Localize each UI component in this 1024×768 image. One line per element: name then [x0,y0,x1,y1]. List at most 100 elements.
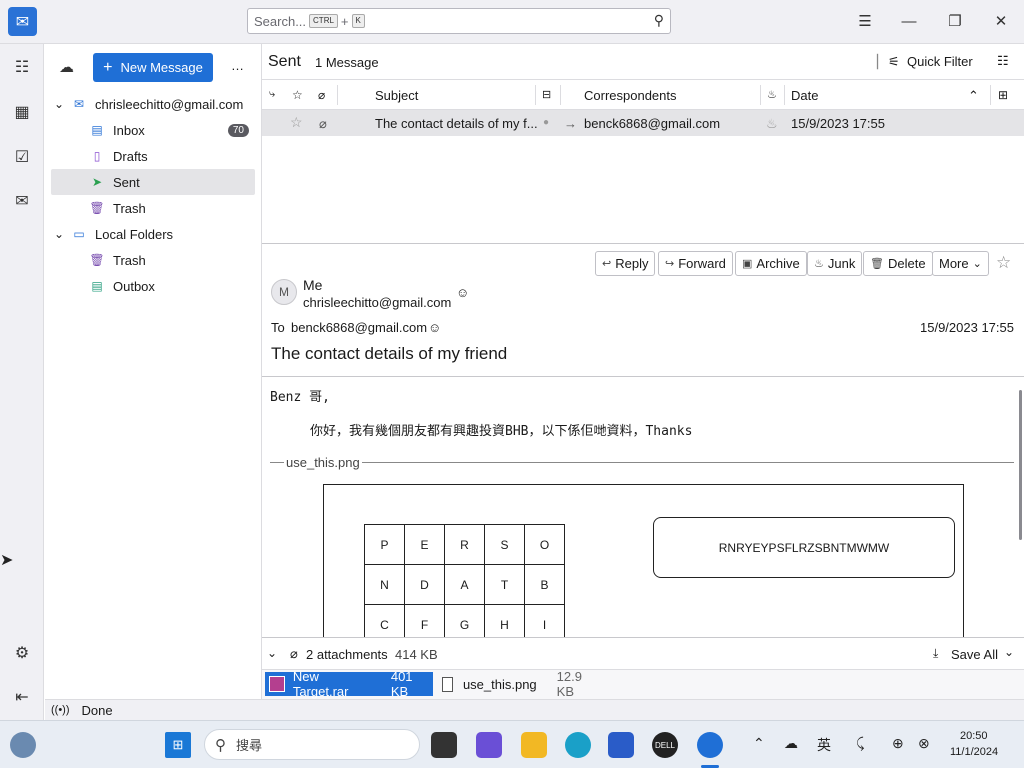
folder-item-inbox[interactable]: ▤ Inbox 70 [51,117,255,143]
local-folder-item-outbox[interactable]: ▤ Outbox [51,273,255,299]
quick-filter-icon[interactable]: ⚟ [888,54,900,70]
archive-icon: ▣ [742,258,753,270]
restore-icon[interactable]: ❐ [943,10,967,32]
attachment-item[interactable]: use_this.png 12.9 KB [438,669,598,699]
dell-icon[interactable]: DELL [652,732,678,758]
tasks-icon[interactable]: ☑ [10,145,34,169]
task-view-icon[interactable] [431,732,457,758]
calendar-icon[interactable]: ▦ [10,100,34,124]
sort-ascending-icon[interactable]: ⌃ [968,88,979,104]
message-subject: The contact details of my f... [375,116,538,131]
store-icon[interactable] [608,732,634,758]
folder-item-drafts[interactable]: ▯ Drafts [51,143,255,169]
read-column-icon[interactable]: ⊟ [542,88,551,101]
online-status-icon[interactable]: ((•)) [51,704,70,716]
thread-column-icon[interactable]: ⤷ [269,88,275,101]
list-display-options-icon[interactable]: ☷ [997,53,1009,69]
taskbar-search[interactable]: ⚲ 搜尋 [204,729,420,760]
folder-pane-more-button[interactable]: … [231,58,244,73]
forward-button[interactable]: ↪ Forward [658,251,733,276]
junk-status-icon[interactable]: ♨ [766,116,778,132]
local-folders-row[interactable]: ⌄ ▭ Local Folders [51,221,255,247]
attachment-icon: ⌀ [319,116,327,131]
chevron-down-icon[interactable]: ⌄ [51,97,67,111]
chevron-down-icon[interactable]: ⌄ [1004,645,1014,659]
folder-item-sent[interactable]: ➤ Sent [51,169,255,195]
attachment-count[interactable]: 2 attachments [306,647,388,662]
sender-name[interactable]: Me [303,277,322,293]
avatar: M [271,279,297,305]
clock-date[interactable]: 11/1/2024 [950,746,998,758]
column-picker-icon[interactable]: ⊞ [998,88,1008,102]
date-column-header[interactable]: Date [791,88,818,103]
account-row[interactable]: ⌄ ✉ chrisleechitto@gmail.com [51,91,255,117]
clock-time[interactable]: 20:50 [960,730,988,742]
volume-muted-icon[interactable]: ⊗ [918,735,930,752]
edge-icon[interactable] [565,732,591,758]
new-message-button[interactable]: + New Message [93,53,213,82]
scrollbar-thumb[interactable] [1019,390,1022,540]
folder-title: Sent [268,53,301,70]
network-icon[interactable]: ⊕ [892,735,904,752]
letter-grid: P E R S O N D A T B C F G H I [364,524,565,637]
column-separator [760,85,761,105]
quick-filter-button[interactable]: Quick Filter [907,54,973,69]
sync-icon[interactable]: ☁ [784,735,798,752]
message-subject-header: The contact details of my friend [271,344,508,363]
star-icon[interactable]: ☆ [996,253,1011,273]
grid-cell: B [524,564,565,605]
delete-button[interactable]: 🗑 Delete [863,251,933,276]
address-book-icon[interactable]: ☷ [10,55,34,79]
recipient-email[interactable]: benck6868@gmail.com [291,320,427,335]
folder-item-trash[interactable]: 🗑 Trash [51,195,255,221]
sender-email[interactable]: chrisleechitto@gmail.com [303,295,451,310]
inbox-icon: ▤ [91,123,103,137]
table-row[interactable]: ☆ ⌀ The contact details of my f... ● → b… [262,110,1024,136]
correspondents-column-header[interactable]: Correspondents [584,88,677,103]
chevron-down-icon[interactable]: ⌄ [51,227,67,241]
outgoing-arrow-icon: → [564,116,577,131]
attachment-total-size: 414 KB [395,647,438,662]
contact-icon[interactable]: ☺ [428,320,441,335]
taskbar-search-label: 搜尋 [236,738,263,753]
save-all-button[interactable]: Save All [951,647,998,662]
subject-column-header[interactable]: Subject [375,88,418,103]
file-explorer-icon[interactable] [521,732,547,758]
taskbar: ⊞ ⚲ 搜尋 DELL ⌃ ☁ 英 ⤹ ⊕ ⊗ 20:50 11/1/2024 [0,720,1024,768]
folder-label: Inbox [113,122,145,138]
chat-icon[interactable]: ✉ [10,189,34,213]
more-button[interactable]: More ⌄ [932,251,989,276]
chevron-down-icon[interactable]: ⌄ [267,646,277,660]
star-icon[interactable]: ☆ [290,114,303,131]
weather-icon[interactable] [10,732,36,758]
collapse-spaces-icon[interactable]: ⇤ [10,685,34,709]
reply-button[interactable]: ↩ Reply [595,251,656,276]
attachment-column-icon[interactable]: ⌀ [318,88,325,102]
column-separator [990,85,991,105]
ime-indicator[interactable]: 英 [817,735,831,755]
junk-column-icon[interactable]: ♨ [767,88,777,101]
close-icon[interactable]: ✕ [989,10,1013,32]
archive-button[interactable]: ▣ Archive [735,251,807,276]
forward-label: Forward [678,256,726,271]
attachment-item[interactable]: New Target.rar 401 KB [265,669,433,699]
meet-icon[interactable] [476,732,502,758]
read-status-dot-icon[interactable]: ● [543,117,549,128]
minimize-icon[interactable]: — [897,10,921,32]
start-icon[interactable]: ⊞ [165,732,191,758]
body-text: 你好，我有幾個朋友都有興趣投資BHB，以下係佢哋資料，Thanks [310,424,693,439]
get-messages-icon[interactable]: ☁ [59,58,74,76]
app-menu-icon[interactable]: ☰ [853,10,877,32]
thunderbird-icon[interactable] [697,732,723,758]
ime-mode-icon[interactable]: ⤹ [856,735,864,752]
search-input[interactable]: Search... CTRL + K ⚲ [247,8,671,34]
attachment-name: use_this.png [462,676,537,692]
local-folder-item-trash[interactable]: 🗑 Trash [51,247,255,273]
star-column-icon[interactable]: ☆ [292,88,303,102]
settings-icon[interactable]: ⚙ [10,641,34,665]
search-icon[interactable]: ⚲ [654,12,664,29]
junk-button[interactable]: ♨ Junk [807,251,863,276]
mail-app-icon[interactable]: ✉ [8,7,37,36]
contact-icon[interactable]: ☺ [456,285,469,300]
tray-chevron-up-icon[interactable]: ⌃ [753,735,765,752]
